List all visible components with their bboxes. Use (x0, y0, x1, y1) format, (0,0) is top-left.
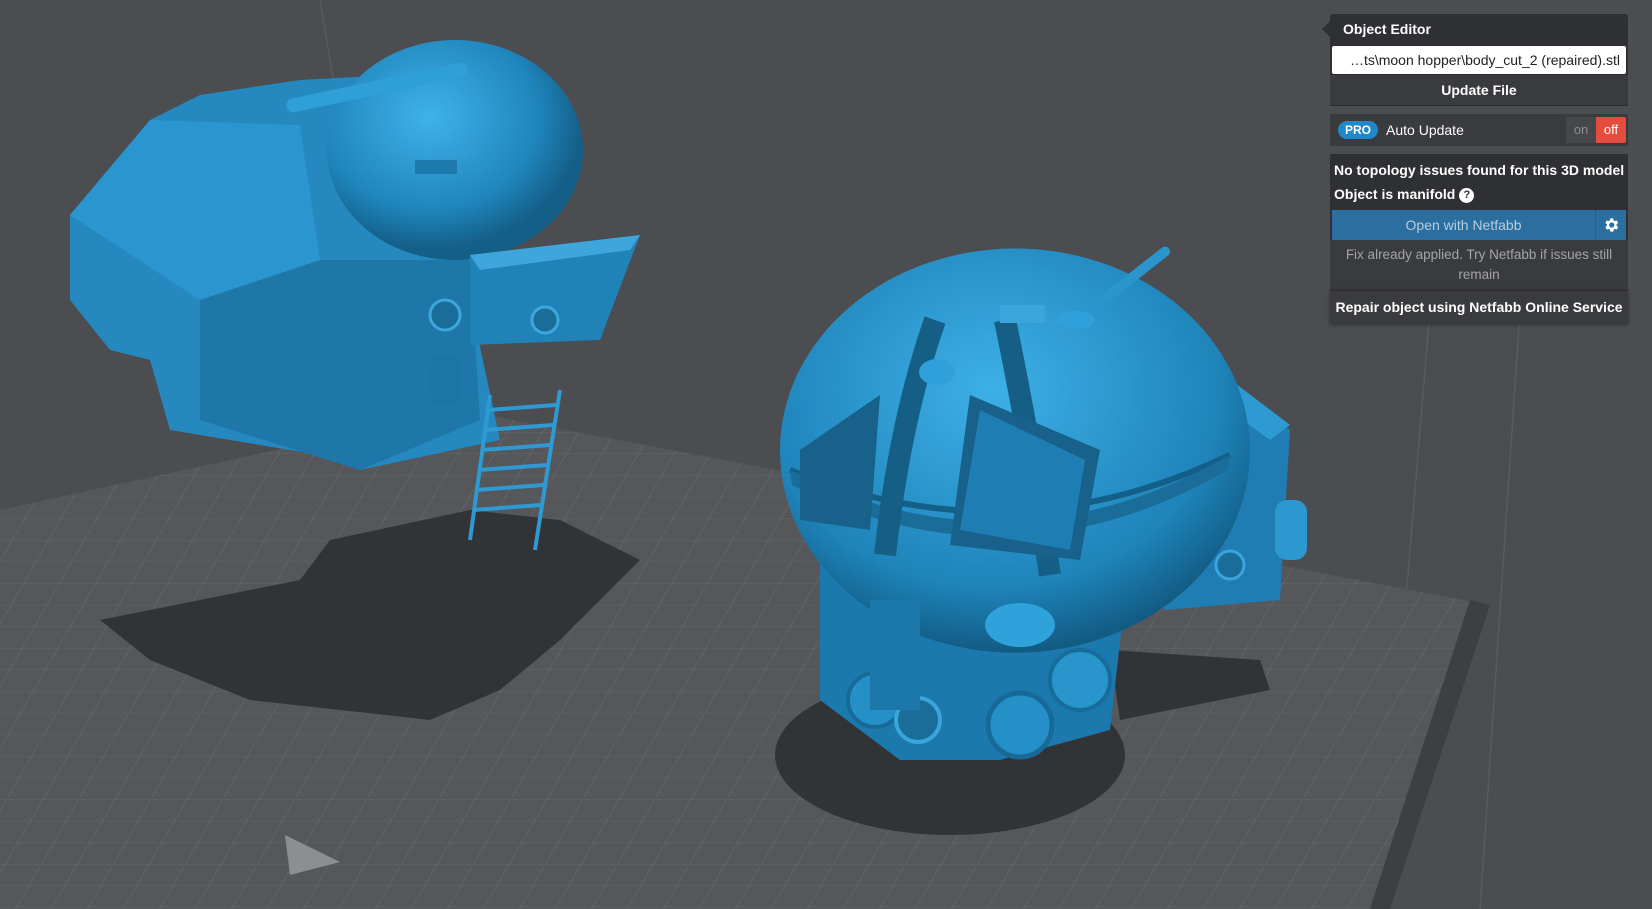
topology-status: No topology issues found for this 3D mod… (1334, 162, 1625, 178)
fix-applied-note: Fix already applied. Try Netfabb if issu… (1330, 240, 1628, 290)
open-with-netfabb-button[interactable]: Open with Netfabb (1332, 210, 1595, 240)
netfabb-row: Open with Netfabb (1332, 210, 1626, 240)
update-file-button[interactable]: Update File (1330, 74, 1628, 106)
pro-badge: PRO (1338, 121, 1379, 139)
toggle-off-option[interactable]: off (1596, 117, 1626, 143)
object-editor-panel: Object Editor Update File PRO Auto Updat… (1322, 14, 1628, 323)
object-editor-title: Object Editor (1322, 14, 1628, 44)
model-status-panel: No topology issues found for this 3D mod… (1330, 154, 1628, 323)
toggle-on-option[interactable]: on (1566, 117, 1596, 143)
netfabb-settings-button[interactable] (1595, 210, 1626, 240)
auto-update-toggle[interactable]: on off (1566, 117, 1626, 143)
file-path-input[interactable] (1332, 46, 1626, 74)
auto-update-row: PRO Auto Update on off (1330, 114, 1628, 146)
file-path-container (1330, 44, 1628, 74)
manifold-status: Object is manifold (1334, 186, 1456, 202)
manifold-status-row: Object is manifold? (1334, 182, 1624, 206)
repair-netfabb-online-button[interactable]: Repair object using Netfabb Online Servi… (1330, 290, 1628, 323)
gear-icon (1605, 218, 1619, 232)
help-icon[interactable]: ? (1459, 188, 1475, 203)
auto-update-label: Auto Update (1386, 122, 1464, 138)
